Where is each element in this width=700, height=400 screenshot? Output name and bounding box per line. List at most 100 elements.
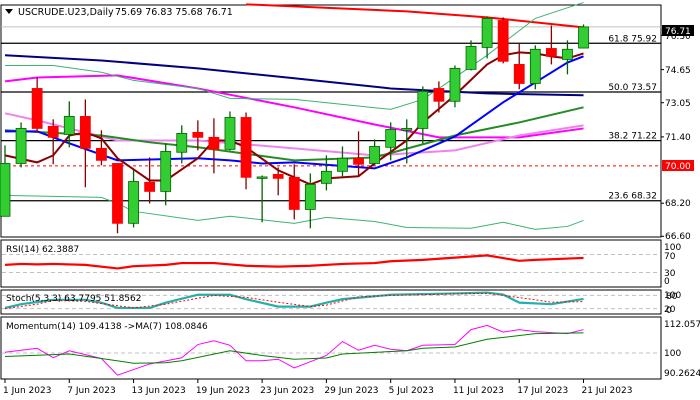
rsi-line bbox=[4, 254, 584, 270]
symbol-label: USCRUDE.U23,Daily bbox=[18, 7, 114, 18]
candle-body bbox=[128, 181, 139, 224]
stoch-tick: 80 bbox=[666, 292, 678, 302]
price-tick: 73.05 bbox=[665, 99, 691, 109]
candle-body bbox=[433, 88, 445, 102]
ma-blue-line bbox=[5, 55, 584, 170]
candle-body bbox=[337, 157, 348, 172]
bullish-candle bbox=[369, 139, 381, 166]
bullish-candle bbox=[128, 170, 139, 228]
candle-body bbox=[417, 90, 429, 129]
date-tick: 19 Jun 2023 bbox=[196, 386, 250, 396]
bullish-candle bbox=[578, 24, 589, 49]
candle-body bbox=[562, 48, 573, 60]
momentum-tick: 90.2624 bbox=[664, 369, 700, 379]
bearish-candle bbox=[192, 120, 204, 151]
level-price-value: 70.00 bbox=[665, 162, 691, 172]
ohlc-label: 75.69 76.83 75.68 76.71 bbox=[115, 7, 233, 18]
fib-label-50-0: 50.0 73.57 bbox=[608, 83, 657, 93]
date-tick: 13 Jun 2023 bbox=[132, 386, 186, 396]
price-tick: 71.40 bbox=[665, 133, 691, 143]
collapse-triangle-icon[interactable] bbox=[5, 9, 13, 14]
main-price-pane[interactable] bbox=[0, 4, 662, 238]
rsi-tick: 70 bbox=[664, 252, 676, 262]
candle-body bbox=[513, 64, 525, 84]
price-tick: 68.20 bbox=[665, 199, 691, 209]
date-tick: 23 Jun 2023 bbox=[260, 386, 314, 396]
ma-red-long-line bbox=[246, 3, 584, 29]
fib-label-61-8: 61.8 75.92 bbox=[608, 34, 657, 44]
fib-label-38-2: 38.2 71.22 bbox=[608, 132, 657, 142]
bearish-candle bbox=[31, 77, 43, 133]
candle-body bbox=[481, 18, 493, 48]
date-tick: 21 Jul 2023 bbox=[582, 386, 633, 396]
candle-body bbox=[353, 157, 364, 165]
date-tick: 17 Jul 2023 bbox=[517, 386, 568, 396]
date-tick: 1 Jun 2023 bbox=[3, 386, 51, 396]
candle-body bbox=[272, 174, 284, 179]
bullish-candle bbox=[160, 143, 172, 206]
candle-body bbox=[304, 183, 316, 210]
rsi-tick: 0 bbox=[664, 277, 670, 287]
candle-body bbox=[256, 176, 268, 179]
candle-body bbox=[0, 163, 11, 217]
candle-body bbox=[63, 116, 75, 135]
bullish-candle bbox=[529, 45, 541, 90]
candle-body bbox=[15, 128, 27, 164]
candle-body bbox=[578, 26, 589, 49]
date-tick: 5 Jul 2023 bbox=[389, 386, 434, 396]
candle-body bbox=[47, 125, 59, 138]
candle-body bbox=[320, 170, 332, 184]
bearish-candle bbox=[240, 112, 252, 190]
bullish-candle bbox=[465, 40, 477, 71]
rsi-title: RSI(14) 62.3887 bbox=[6, 245, 79, 255]
candle-body bbox=[401, 128, 413, 131]
fib-label-23-6: 23.6 68.32 bbox=[608, 192, 657, 202]
bullish-candle bbox=[256, 175, 268, 223]
bullish-candle bbox=[562, 40, 573, 75]
momentum-momentum-line bbox=[4, 324, 584, 376]
candle-body bbox=[31, 88, 43, 129]
stoch-title: Stoch(5,3,3) 63.7795 51.8562 bbox=[6, 294, 141, 304]
chart-canvas[interactable]: USCRUDE.U23,Daily 75.69 76.83 75.68 76.7… bbox=[0, 0, 700, 400]
date-tick: 7 Jun 2023 bbox=[67, 386, 115, 396]
date-tick: 11 Jul 2023 bbox=[453, 386, 504, 396]
candle-body bbox=[160, 151, 172, 192]
candle-body bbox=[176, 133, 188, 153]
candle-body bbox=[449, 67, 461, 102]
candle-body bbox=[224, 117, 236, 150]
candle-body bbox=[497, 20, 509, 62]
bearish-candle bbox=[208, 118, 220, 174]
candle-body bbox=[369, 146, 381, 164]
date-tick: 29 Jun 2023 bbox=[324, 386, 378, 396]
bearish-candle bbox=[112, 163, 123, 234]
bullish-candle bbox=[337, 146, 348, 178]
bearish-candle bbox=[497, 17, 509, 64]
bearish-candle bbox=[513, 43, 525, 90]
momentum-tick: 100 bbox=[664, 349, 681, 359]
candle-body bbox=[529, 48, 541, 84]
bullish-candle bbox=[320, 155, 332, 191]
bullish-candle bbox=[15, 122, 27, 168]
bearish-candle bbox=[545, 25, 557, 65]
candle-body bbox=[96, 147, 107, 161]
candle-body bbox=[288, 176, 300, 210]
candle-body bbox=[465, 45, 477, 70]
bullish-candle bbox=[224, 111, 236, 151]
candle-body bbox=[208, 136, 220, 150]
trading-chart-window: USCRUDE.U23,Daily 75.69 76.83 75.68 76.7… bbox=[0, 0, 700, 400]
candle-body bbox=[545, 48, 557, 57]
candle-body bbox=[385, 129, 397, 148]
momentum-ma-line bbox=[4, 332, 584, 364]
momentum-title: Momentum(14) 109.4138 ->MA(7) 108.0846 bbox=[6, 322, 208, 332]
candle-body bbox=[192, 131, 204, 138]
candle-body bbox=[79, 116, 91, 149]
momentum-tick: 112.057 bbox=[664, 320, 700, 330]
bearish-candle bbox=[79, 99, 91, 188]
bullish-candle bbox=[449, 65, 461, 108]
bearish-candle bbox=[288, 164, 300, 220]
price-tick: 74.65 bbox=[665, 66, 691, 76]
current-price-value: 76.71 bbox=[665, 27, 691, 37]
candle-body bbox=[112, 163, 123, 224]
price-tick: 66.60 bbox=[665, 232, 691, 242]
candle-body bbox=[144, 181, 156, 192]
